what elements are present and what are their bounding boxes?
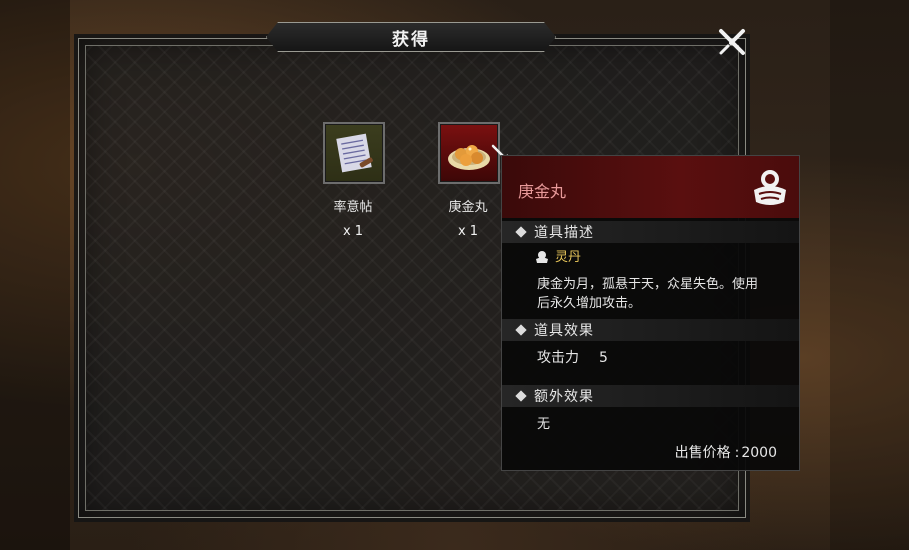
scroll-icon <box>336 133 373 173</box>
sell-price: 出售价格:2000 <box>675 442 777 462</box>
tooltip-header: 庚金丸 <box>502 156 799 218</box>
section-description-label: 道具描述 <box>534 225 594 241</box>
dialog-title-bar: 获得 <box>266 22 556 52</box>
section-extra-label: 额外效果 <box>534 389 594 405</box>
pill-dish-icon <box>448 145 490 170</box>
sell-price-label: 出售价格 <box>674 445 731 461</box>
price-separator: : <box>734 445 740 461</box>
item-name-2: 庚金丸 <box>448 200 488 215</box>
pill-category-icon <box>536 251 548 263</box>
effect-label: 攻击力 <box>537 350 579 366</box>
item-tooltip: 庚金丸 道具描述 灵丹 庚金为月，孤悬于天，众星失色。使用后永久增加攻击。 道具… <box>501 155 800 471</box>
background-scenery <box>830 0 909 550</box>
consumable-badge-icon <box>754 170 786 205</box>
item-category: 灵丹 <box>555 250 582 265</box>
diamond-icon <box>515 390 527 402</box>
effect-value: 5 <box>599 350 608 366</box>
item-description: 庚金为月，孤悬于天，众星失色。使用后永久增加攻击。 <box>537 277 759 311</box>
background-scenery <box>0 0 70 550</box>
dialog-title: 获得 <box>392 29 430 50</box>
item-quantity-2: x 1 <box>457 224 479 239</box>
item-slot-2[interactable] <box>440 124 498 182</box>
section-effect-header: 道具效果 <box>502 319 799 341</box>
sell-price-value: 2000 <box>741 445 777 461</box>
item-slot-1[interactable] <box>325 124 383 182</box>
close-icon <box>719 29 745 55</box>
item-quantity-1: x 1 <box>342 224 364 239</box>
diamond-icon <box>515 324 527 336</box>
item-name-1: 率意帖 <box>333 200 373 215</box>
extra-value: 无 <box>537 417 551 432</box>
section-effect-label: 道具效果 <box>534 323 594 339</box>
section-description-header: 道具描述 <box>502 221 799 243</box>
close-button[interactable] <box>714 24 750 60</box>
diamond-icon <box>515 226 527 238</box>
tooltip-item-name: 庚金丸 <box>518 182 567 201</box>
section-extra-header: 额外效果 <box>502 385 799 407</box>
